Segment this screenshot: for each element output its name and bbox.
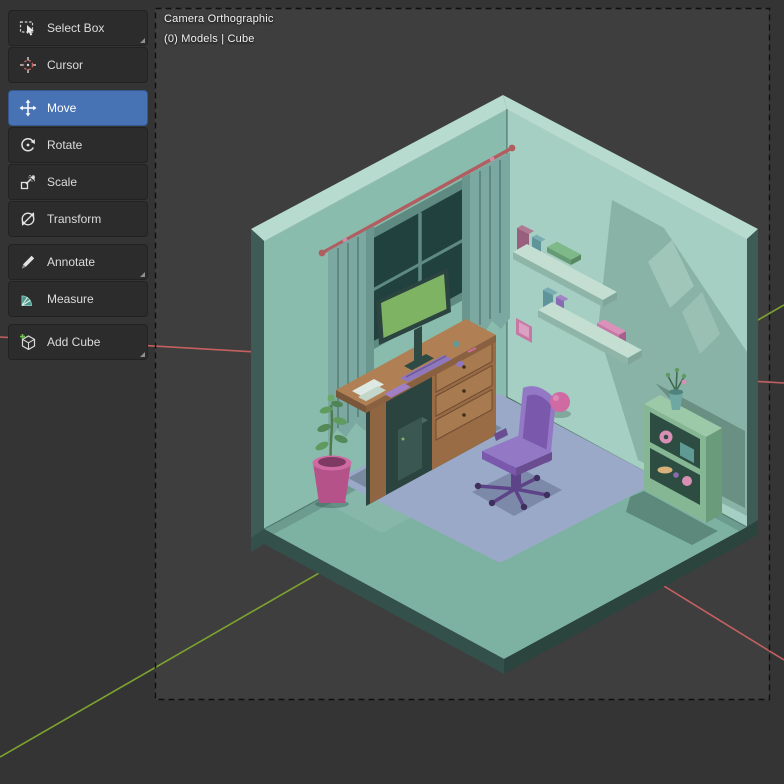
tool-move[interactable]: Move <box>8 90 148 126</box>
tool-scale[interactable]: Scale <box>8 164 148 200</box>
tool-label: Add Cube <box>47 335 101 349</box>
rotate-icon <box>18 135 38 155</box>
tool-rotate[interactable]: Rotate <box>8 127 148 163</box>
tool-label: Measure <box>47 292 94 306</box>
tool-label: Scale <box>47 175 78 189</box>
tool-transform[interactable]: Transform <box>8 201 148 237</box>
submenu-arrow <box>140 272 145 277</box>
viewport-info-text: (0) Models | Cube <box>164 33 255 45</box>
tool-label: Select Box <box>47 21 105 35</box>
tool-annotate[interactable]: Annotate <box>8 244 148 280</box>
add-cube-icon <box>18 332 38 352</box>
annotate-icon <box>18 252 38 272</box>
tool-label: Cursor <box>47 58 84 72</box>
tool-add-cube[interactable]: Add Cube <box>8 324 148 360</box>
move-icon <box>18 98 38 118</box>
tool-label: Move <box>47 101 77 115</box>
viewport-mode-text: Camera Orthographic <box>164 13 274 25</box>
tool-label: Rotate <box>47 138 83 152</box>
measure-icon <box>18 289 38 309</box>
submenu-arrow <box>140 38 145 43</box>
tool-label: Annotate <box>47 255 96 269</box>
camera-view-area[interactable] <box>155 8 769 700</box>
toolbar: Select Box Cursor Move Rotate Scale Tran… <box>8 10 148 361</box>
cursor-icon <box>18 55 38 75</box>
select-box-icon <box>18 18 38 38</box>
tool-label: Transform <box>47 212 102 226</box>
transform-icon <box>18 209 38 229</box>
scale-icon <box>18 172 38 192</box>
submenu-arrow <box>140 352 145 357</box>
tool-measure[interactable]: Measure <box>8 281 148 317</box>
tool-cursor[interactable]: Cursor <box>8 47 148 83</box>
tool-select-box[interactable]: Select Box <box>8 10 148 46</box>
